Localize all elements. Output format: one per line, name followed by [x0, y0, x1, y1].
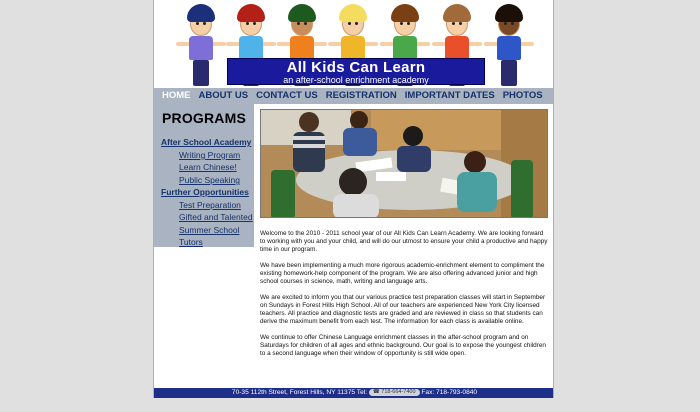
nav-photos[interactable]: PHOTOS	[503, 90, 543, 102]
sidebar-link-writing-program[interactable]: Writing Program	[179, 150, 240, 160]
phone-icon: ☎	[372, 389, 380, 395]
sidebar-link-test-preparation[interactable]: Test Preparation	[179, 200, 241, 210]
sidebar-link-tutors[interactable]: Tutors	[179, 237, 203, 247]
footer-fax: Fax: 718-793-0840	[421, 389, 478, 396]
sidebar-link-summer-school[interactable]: Summer School	[179, 225, 239, 235]
sidebar-link-further-opportunities[interactable]: Further Opportunities	[161, 187, 249, 197]
nav-home[interactable]: HOME	[162, 90, 191, 102]
main-nav: HOME ABOUT US CONTACT US REGISTRATION IM…	[154, 88, 553, 104]
footer-address: 70-35 112th Street, Forest Hills, NY 113…	[231, 389, 368, 396]
nav-contact-us[interactable]: CONTACT US	[256, 90, 318, 102]
chinese-paragraph: We continue to offer Chinese Language en…	[260, 334, 546, 357]
site-subtitle: an after-school enrichment academy	[283, 75, 429, 85]
sidebar-link-learn-chinese[interactable]: Learn Chinese!	[179, 162, 237, 172]
footer: 70-35 112th Street, Forest Hills, NY 113…	[154, 388, 553, 398]
footer-phone-number: 718-664-7400	[381, 389, 416, 395]
header-banner: All Kids Can Learn an after-school enric…	[154, 0, 553, 90]
test-prep-paragraph: We are excited to inform you that our va…	[260, 294, 546, 325]
welcome-paragraph: Welcome to the 2010 - 2011 school year o…	[260, 230, 548, 253]
page: All Kids Can Learn an after-school enric…	[153, 0, 554, 398]
site-title: All Kids Can Learn	[286, 59, 426, 76]
footer-phone: ☎ 718-664-7400	[368, 389, 420, 396]
sidebar-link-public-speaking[interactable]: Public Speaking	[179, 175, 240, 185]
nav-important-dates[interactable]: IMPORTANT DATES	[405, 90, 495, 102]
child-illustration	[176, 4, 226, 90]
nav-about-us[interactable]: ABOUT US	[199, 90, 249, 102]
enrichment-paragraph: We have been implementing a much more ri…	[260, 262, 545, 285]
child-illustration	[484, 4, 534, 90]
nav-registration[interactable]: REGISTRATION	[326, 90, 397, 102]
sidebar-link-after-school-academy[interactable]: After School Academy	[161, 137, 251, 147]
programs-sidebar: PROGRAMS After School Academy Writing Pr…	[154, 104, 254, 247]
site-title-box: All Kids Can Learn an after-school enric…	[227, 58, 485, 85]
classroom-photo-image	[261, 110, 547, 217]
classroom-photo	[260, 109, 548, 218]
programs-heading: PROGRAMS	[161, 110, 247, 126]
sidebar-link-gifted-and-talented[interactable]: Gifted and Talented	[179, 212, 253, 222]
welcome-content: Welcome to the 2010 - 2011 school year o…	[260, 230, 550, 366]
